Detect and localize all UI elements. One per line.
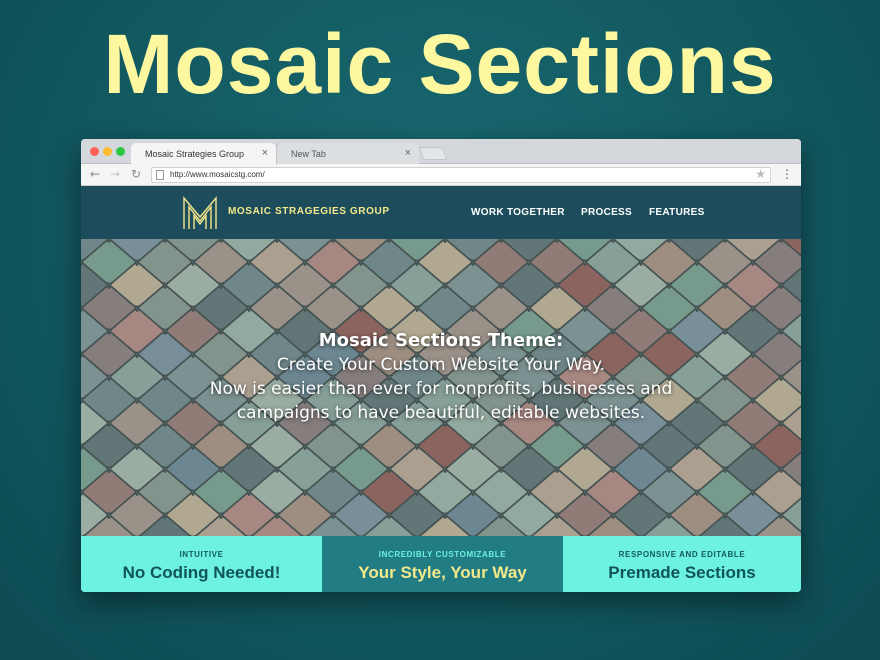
address-bar[interactable]: http://www.mosaicstg.com/ ★: [151, 167, 771, 183]
url-text[interactable]: http://www.mosaicstg.com/: [170, 170, 265, 179]
page-icon: [156, 170, 164, 180]
tab-mosaic-strategies[interactable]: Mosaic Strategies Group ×: [131, 143, 276, 164]
hero-title: Mosaic Sections Theme:: [318, 330, 564, 351]
tab-bar: Mosaic Strategies Group × New Tab ×: [81, 139, 801, 164]
feature-heading: Your Style, Your Way: [358, 563, 527, 582]
tab-label: Mosaic Strategies Group: [145, 149, 245, 159]
hero-line: Now is easier than ever for nonprofits, …: [209, 379, 673, 399]
promo-headline: Mosaic Sections: [103, 17, 777, 111]
nav-features[interactable]: FEATURES: [649, 207, 705, 218]
tab-new-tab[interactable]: New Tab ×: [276, 143, 419, 164]
hero-text: Mosaic Sections Theme: Create Your Custo…: [81, 329, 801, 425]
feature-kicker: INTUITIVE: [179, 550, 224, 559]
feature-heading: Premade Sections: [608, 563, 756, 582]
site-header: MOSAIC STRAGEGIES GROUP WORK TOGETHER PR…: [81, 186, 801, 239]
close-tab-icon[interactable]: ×: [405, 147, 411, 159]
hero-section: Mosaic Sections Theme: Create Your Custo…: [81, 239, 801, 536]
feature-strip: INTUITIVE No Coding Needed! INCREDIBLY C…: [81, 536, 801, 592]
maximize-window-button[interactable]: [116, 147, 125, 156]
feature-kicker: INCREDIBLY CUSTOMIZABLE: [378, 550, 507, 559]
mosaic-m-logo[interactable]: [181, 195, 219, 231]
reload-icon[interactable]: ↻: [131, 167, 141, 181]
nav-process[interactable]: PROCESS: [581, 207, 632, 218]
close-window-button[interactable]: [90, 147, 99, 156]
tab-label: New Tab: [291, 149, 326, 159]
star-icon[interactable]: ★: [755, 167, 766, 181]
brand-name[interactable]: MOSAIC STRAGEGIES GROUP: [228, 206, 390, 217]
minimize-window-button[interactable]: [103, 147, 112, 156]
new-tab-button[interactable]: [418, 147, 448, 160]
address-toolbar: ← → ↻ http://www.mosaicstg.com/ ★ ⋮: [81, 164, 801, 186]
feature-premade: RESPONSIVE AND EDITABLE Premade Sections: [563, 536, 801, 592]
close-tab-icon[interactable]: ×: [262, 147, 268, 159]
hero-line: Create Your Custom Website Your Way.: [276, 355, 606, 375]
nav-work-together[interactable]: WORK TOGETHER: [471, 207, 565, 218]
feature-kicker: RESPONSIVE AND EDITABLE: [618, 550, 746, 559]
hero-line: campaigns to have beautiful, editable we…: [236, 403, 646, 423]
feature-heading: No Coding Needed!: [122, 563, 281, 582]
feature-no-coding: INTUITIVE No Coding Needed!: [81, 536, 322, 592]
feature-customizable: INCREDIBLY CUSTOMIZABLE Your Style, Your…: [322, 536, 563, 592]
browser-window: Mosaic Strategies Group × New Tab × ← → …: [81, 139, 801, 592]
forward-arrow-icon[interactable]: →: [110, 167, 120, 181]
back-arrow-icon[interactable]: ←: [90, 167, 100, 181]
menu-dots-icon[interactable]: ⋮: [781, 167, 793, 181]
